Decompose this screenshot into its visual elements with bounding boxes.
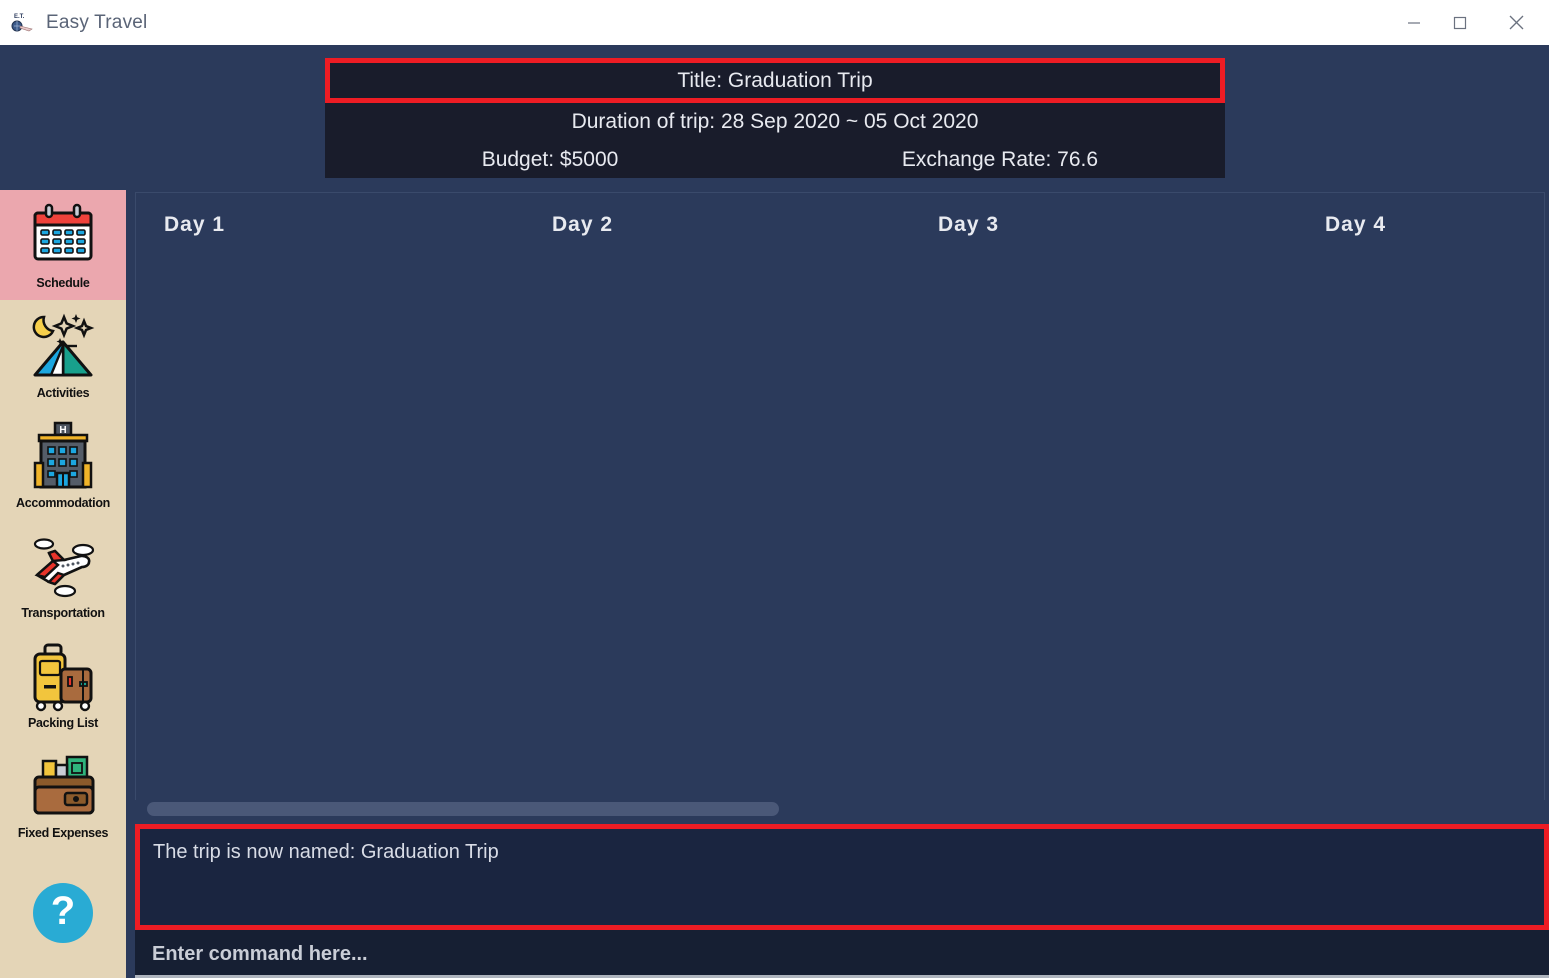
output-message-text: The trip is now named: Graduation Trip — [153, 841, 499, 863]
horizontal-scrollbar-thumb[interactable] — [147, 802, 779, 816]
wallet-money-icon — [27, 751, 99, 825]
trip-budget-text: Budget: $5000 — [481, 147, 619, 171]
sidebar-item-packing-list[interactable]: Packing List — [0, 630, 126, 740]
bottom-left-spacer — [126, 824, 135, 978]
sidebar-item-label: Accommodation — [15, 495, 111, 510]
easy-travel-logo-icon: E.T. — [10, 10, 36, 36]
command-input-placeholder: Enter command here... — [152, 943, 368, 965]
hotel-icon: H — [27, 421, 99, 495]
minimize-button[interactable] — [1391, 0, 1437, 45]
day-column-header[interactable]: Day 4 — [1325, 213, 1386, 237]
output-message-box-highlighted: The trip is now named: Graduation Trip — [135, 824, 1549, 930]
sidebar-item-label: Transportation — [21, 605, 105, 620]
close-button[interactable] — [1483, 0, 1549, 45]
sidebar-item-label: Schedule — [36, 275, 90, 290]
app-title: Easy Travel — [46, 11, 148, 33]
day-column-header[interactable]: Day 3 — [938, 213, 999, 237]
question-mark-icon[interactable]: ? — [33, 883, 93, 943]
trip-title-text: Title: Graduation Trip — [677, 68, 873, 92]
trip-info-panel: Title: Graduation Trip Duration of trip:… — [325, 58, 1225, 178]
window-controls — [1391, 0, 1549, 45]
tent-night-icon — [27, 311, 99, 385]
luggage-icon — [27, 641, 99, 715]
trip-duration-row: Duration of trip: 28 Sep 2020 ~ 05 Oct 2… — [325, 103, 1225, 141]
calendar-icon — [27, 201, 99, 275]
window-title-bar: E.T. Easy Travel — [0, 0, 1549, 45]
help-button-wrapper: ? — [0, 858, 126, 968]
sidebar-item-label: Fixed Expenses — [17, 825, 109, 840]
day-column-header[interactable]: Day 2 — [552, 213, 613, 237]
command-input-bar[interactable]: Enter command here... — [135, 930, 1549, 978]
sidebar-item-schedule[interactable]: Schedule — [0, 190, 126, 300]
day-column-headers: Day 1 Day 2 Day 3 Day 4 — [136, 193, 1544, 253]
sidebar-item-label: Packing List — [27, 715, 99, 730]
airplane-icon — [27, 531, 99, 605]
schedule-grid-panel: Day 1 Day 2 Day 3 Day 4 — [135, 192, 1545, 818]
sidebar-item-activities[interactable]: Activities — [0, 300, 126, 410]
trip-money-row: Budget: $5000 Exchange Rate: 76.6 — [325, 141, 1225, 178]
trip-title-highlighted: Title: Graduation Trip — [325, 58, 1225, 103]
trip-duration-text: Duration of trip: 28 Sep 2020 ~ 05 Oct 2… — [571, 110, 979, 133]
horizontal-scrollbar-track[interactable] — [135, 800, 1545, 818]
maximize-button[interactable] — [1437, 0, 1483, 45]
sidebar-item-transportation[interactable]: Transportation — [0, 520, 126, 630]
sidebar-item-fixed-expenses[interactable]: Fixed Expenses — [0, 740, 126, 850]
sidebar-item-label: Activities — [36, 385, 90, 400]
svg-text:E.T.: E.T. — [14, 14, 25, 20]
sidebar-item-accommodation[interactable]: H Accommodation — [0, 410, 126, 520]
trip-exchange-rate-text: Exchange Rate: 76.6 — [901, 147, 1099, 171]
day-column-header[interactable]: Day 1 — [164, 213, 225, 237]
sidebar-navigation: Schedule Activities H Accommodation Tran… — [0, 190, 126, 978]
